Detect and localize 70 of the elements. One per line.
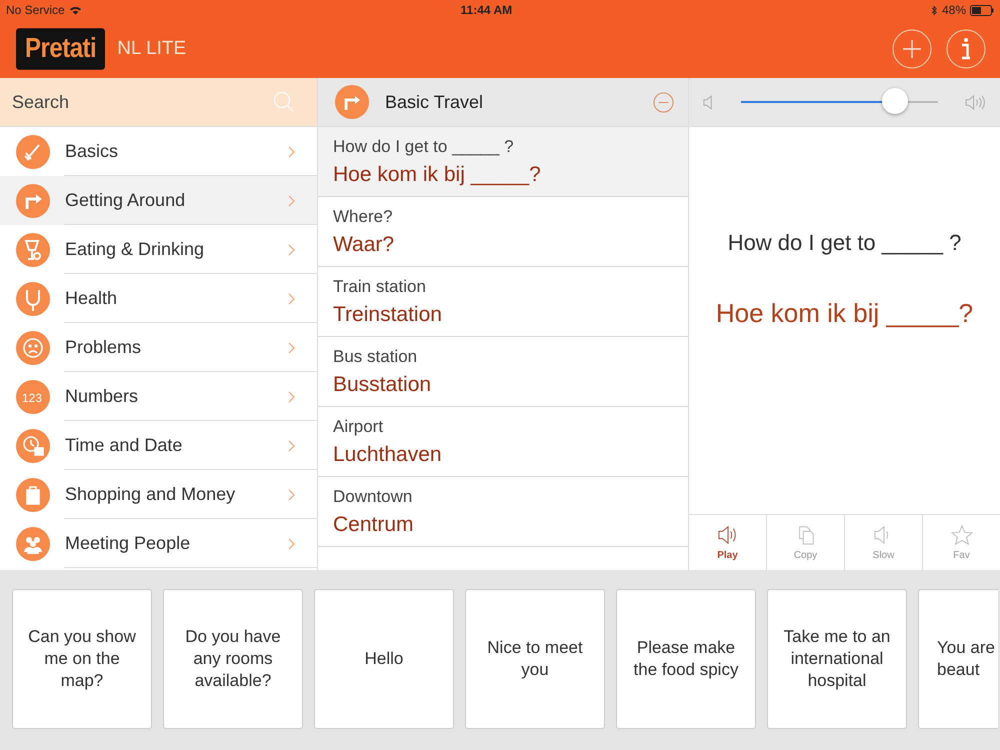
phrase-item[interactable]: How do I get to _____ ? Hoe kom ik bij _____? xyxy=(318,127,688,197)
category-item[interactable]: Getting Around xyxy=(0,176,317,225)
bluetooth-icon xyxy=(930,4,938,16)
phrase-card[interactable]: Please make the food spicy xyxy=(616,589,756,729)
info-button[interactable] xyxy=(946,29,986,69)
phrase-card[interactable]: Take me to an international hospital xyxy=(767,589,907,729)
chevron-icon xyxy=(288,390,295,402)
english-phrase: How do I get to _____ ? xyxy=(333,136,515,156)
chevron-icon xyxy=(288,194,295,206)
category-item[interactable]: Shopping and Money xyxy=(0,470,317,519)
chevron-icon xyxy=(288,292,295,304)
volume-high-icon xyxy=(965,94,986,110)
carrier-text: No Service xyxy=(6,3,65,17)
chevron-icon xyxy=(288,538,295,550)
wifi-icon xyxy=(68,5,82,15)
app-logo: Pretati xyxy=(16,28,106,70)
phrase-card[interactable]: Nice to meet you xyxy=(465,589,605,729)
section-title: Basic Travel xyxy=(385,92,484,112)
add-button[interactable] xyxy=(892,29,932,69)
category-item[interactable]: Eating & Drinking xyxy=(0,225,317,274)
chevron-icon xyxy=(288,244,295,256)
goblet-icon xyxy=(16,232,50,266)
chevron-icon xyxy=(288,440,295,452)
chevron-icon xyxy=(288,488,295,500)
english-phrase: Train station xyxy=(333,276,427,296)
dutch-phrase: Luchthaven xyxy=(333,442,443,466)
category-item[interactable]: Meeting People xyxy=(0,519,317,568)
volume-low-icon xyxy=(703,94,714,110)
phrase-card[interactable]: Can you show me on the map? xyxy=(12,589,152,729)
english-phrase: Where? xyxy=(333,206,394,226)
dutch-phrase: Busstation xyxy=(333,372,432,396)
dutch-phrase: Waar? xyxy=(333,232,396,256)
english-phrase: Bus station xyxy=(333,346,418,366)
phrase-item[interactable]: Bus station Busstation xyxy=(318,337,688,407)
english-translation: How do I get to _____ ? xyxy=(728,230,962,256)
english-phrase: Downtown xyxy=(333,486,414,506)
dutch-phrase: Centrum xyxy=(333,512,415,536)
speaker-icon xyxy=(716,524,738,544)
battery-icon xyxy=(970,4,994,16)
dutch-phrase: Hoe kom ik bij _____? xyxy=(333,162,542,186)
chevron-icon xyxy=(288,146,295,158)
phrase-card[interactable]: Do you have any rooms available? xyxy=(163,589,303,729)
phrase-item[interactable]: Airport Luchthaven xyxy=(318,407,688,477)
search-bar[interactable]: Search xyxy=(0,78,317,127)
search-icon xyxy=(273,91,295,113)
edition-label: NL LITE xyxy=(117,38,186,60)
category-item[interactable]: Problems xyxy=(0,323,317,372)
people-icon xyxy=(16,526,50,560)
sad-face-icon xyxy=(16,330,50,364)
dutch-translation: Hoe kom ik bij _____? xyxy=(716,298,974,329)
phrase-item[interactable]: Train station Treinstation xyxy=(318,267,688,337)
numbers-icon: 123 xyxy=(16,380,50,414)
phrase-card[interactable]: You are beaut xyxy=(918,589,998,729)
collapse-button[interactable] xyxy=(653,92,674,112)
shopping-bag-icon xyxy=(16,478,50,512)
search-field[interactable]: Search xyxy=(10,90,273,114)
phrase-item[interactable]: Downtown Centrum xyxy=(318,477,688,547)
star-icon xyxy=(950,524,972,544)
clock-text: 11:44 AM xyxy=(460,3,514,17)
category-item[interactable]: Health xyxy=(0,274,317,323)
category-item[interactable]: Time and Date xyxy=(0,421,317,470)
dutch-phrase: Treinstation xyxy=(333,302,443,326)
battery-text: 48% xyxy=(942,3,966,17)
clock-icon xyxy=(16,428,50,462)
category-item[interactable]: Basics xyxy=(0,127,317,176)
phrase-item[interactable]: Where? Waar? xyxy=(318,197,688,267)
chevron-icon xyxy=(288,342,295,354)
english-phrase: Airport xyxy=(333,416,384,436)
category-item[interactable]: 123 Numbers xyxy=(0,372,317,421)
phrase-card[interactable]: Hello xyxy=(314,589,454,729)
